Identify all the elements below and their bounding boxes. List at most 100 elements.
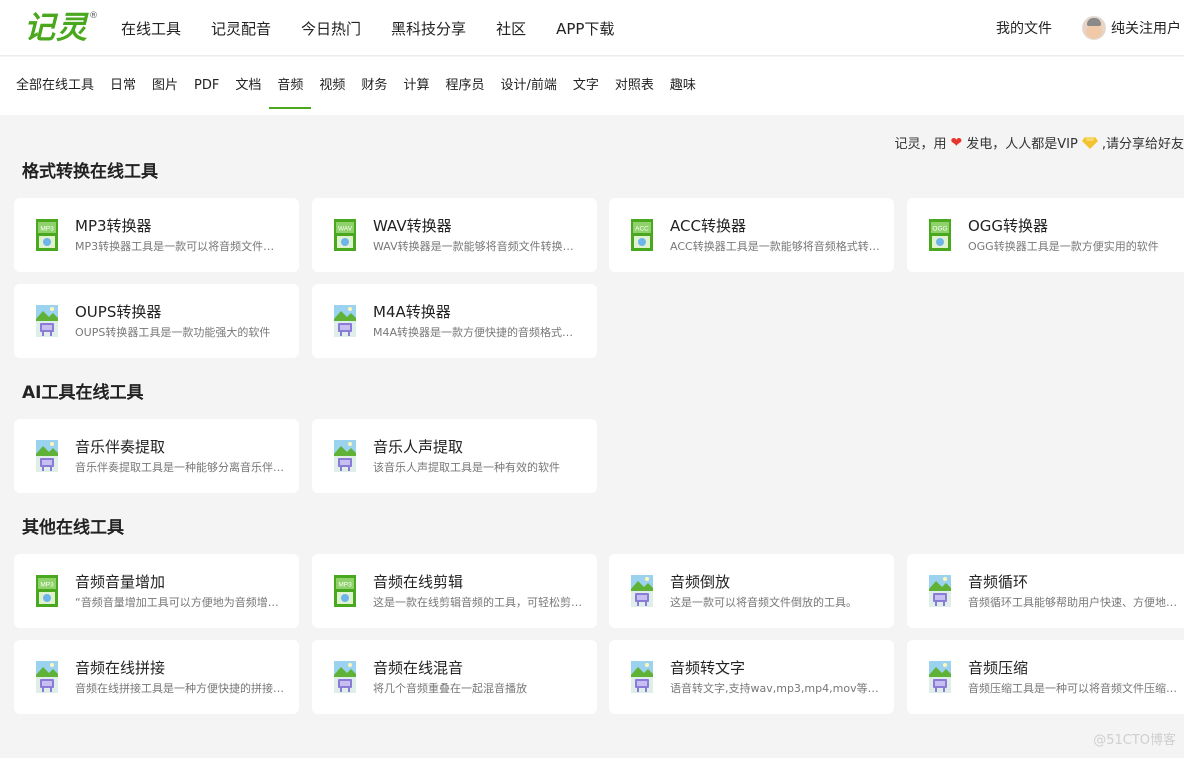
tool-card-text: OGG转换器 OGG转换器工具是一款方便实用的软件 <box>968 216 1184 255</box>
category-tab[interactable]: 计算 <box>403 57 429 115</box>
svg-text:MP3: MP3 <box>338 582 352 589</box>
category-tab[interactable]: 文档 <box>235 57 261 115</box>
tool-description: ACC转换器工具是一款能够将音频格式转换为ACC的工具 <box>670 239 880 253</box>
tool-card[interactable]: M4A转换器 M4A转换器是一款方便快捷的音频格式转换工具 <box>312 284 597 358</box>
section-title: AI工具在线工具 <box>22 383 144 403</box>
tool-card[interactable]: MP3 音频在线剪辑这是一款在线剪辑音频的工具，可轻松剪辑音频 <box>312 554 597 628</box>
category-tab[interactable]: 设计/前端 <box>500 57 556 115</box>
avatar[interactable] <box>1082 16 1106 40</box>
watermark: @51CTO博客 <box>1093 733 1176 748</box>
tool-description: OGG转换器工具是一款方便实用的软件 <box>968 239 1159 253</box>
tool-name: 音频倒放 <box>670 572 731 591</box>
mp3-file-icon: MP3 <box>36 219 58 251</box>
nav-app-download[interactable]: APP下载 <box>556 18 614 39</box>
category-tab[interactable]: 视频 <box>319 57 345 115</box>
tool-card[interactable]: 音频压缩音频压缩工具是一种可以将音频文件压缩的工具 <box>907 640 1184 714</box>
tool-name: WAV转换器 <box>373 216 452 235</box>
category-tab[interactable]: 音频 <box>269 57 312 115</box>
slogan: 记灵，用 ❤ 发电，人人都是VIP ,请分享给好友 <box>894 133 1184 153</box>
logo-text: 记灵 <box>24 10 88 46</box>
tool-card-text: WAV转换器 WAV转换器是一款能够将音频文件转换为WAV格式的工具 <box>373 216 597 255</box>
slogan-text-2: 发电，人人都是VIP <box>966 137 1078 152</box>
site-logo[interactable]: 记灵 ® <box>24 9 98 47</box>
acc-file-icon: ACC <box>631 219 653 251</box>
tool-description: 音频压缩工具是一种可以将音频文件压缩的工具 <box>968 681 1178 695</box>
user-area: 我的文件 纯关注用户 <box>996 0 1184 56</box>
tool-card[interactable]: MP3 MP3转换器 MP3转换器工具是一款可以将音频文件转换为MP3格式的工具 <box>14 198 299 272</box>
nav-community[interactable]: 社区 <box>496 18 526 39</box>
mp3-file-icon: MP3 <box>334 575 356 607</box>
tool-card[interactable]: 音乐伴奏提取音乐伴奏提取工具是一种能够分离音乐伴奏的工具 <box>14 419 299 493</box>
slogan-text-3: ,请分享给好友 <box>1101 137 1184 152</box>
main-nav: 在线工具 记灵配音 今日热门 黑科技分享 社区 APP下载 <box>121 0 644 56</box>
category-tab[interactable]: 对照表 <box>615 57 654 115</box>
tool-card[interactable]: WAV WAV转换器 WAV转换器是一款能够将音频文件转换为WAV格式的工具 <box>312 198 597 272</box>
tool-card[interactable]: 音频循环音频循环工具能够帮助用户快速、方便地循环音频 <box>907 554 1184 628</box>
image-file-icon <box>334 305 356 337</box>
tool-description: 音频在线拼接工具是一种方便快捷的拼接工具 <box>75 681 285 695</box>
tool-card-text: 音频循环音频循环工具能够帮助用户快速、方便地循环音频 <box>968 572 1184 611</box>
tool-description: 将几个音频重叠在一起混音播放 <box>373 681 527 695</box>
tool-name: 音频在线剪辑 <box>373 572 464 591</box>
tool-name: 音乐人声提取 <box>373 437 464 456</box>
tool-name: 音频音量增加 <box>75 572 166 591</box>
tool-name: OUPS转换器 <box>75 302 162 321</box>
tool-description: 这是一款在线剪辑音频的工具，可轻松剪辑音频 <box>373 595 583 609</box>
slogan-text-1: 记灵，用 <box>894 137 947 152</box>
tool-description: WAV转换器是一款能够将音频文件转换为WAV格式的工具 <box>373 239 583 253</box>
tool-name: MP3转换器 <box>75 216 152 235</box>
category-tab-list: 全部在线工具 日常 图片 PDF 文档 音频 视频 财务 计算 程序员 设计/前端 文字 对照表 趣味 <box>16 57 712 115</box>
image-file-icon <box>36 305 58 337</box>
section-title: 其他在线工具 <box>22 518 124 538</box>
tool-card[interactable]: OUPS转换器 OUPS转换器工具是一款功能强大的软件 <box>14 284 299 358</box>
category-tab[interactable]: 趣味 <box>670 57 696 115</box>
tool-card-text: M4A转换器 M4A转换器是一款方便快捷的音频格式转换工具 <box>373 302 597 341</box>
tool-name: 音频循环 <box>968 572 1029 591</box>
tool-card[interactable]: 音频在线混音 将几个音频重叠在一起混音播放 <box>312 640 597 714</box>
tool-name: 音频压缩 <box>968 658 1029 677</box>
image-file-icon <box>36 440 58 472</box>
tool-card[interactable]: OGG OGG转换器 OGG转换器工具是一款方便实用的软件 <box>907 198 1184 272</box>
tool-card-text: 音频在线混音 将几个音频重叠在一起混音播放 <box>373 658 597 697</box>
category-tab[interactable]: 图片 <box>152 57 178 115</box>
mp3-file-icon: MP3 <box>36 575 58 607</box>
registered-mark: ® <box>89 11 98 21</box>
nav-online-tools[interactable]: 在线工具 <box>121 18 181 39</box>
svg-text:MP3: MP3 <box>40 582 54 589</box>
category-tab[interactable]: 日常 <box>110 57 136 115</box>
ogg-file-icon: OGG <box>929 219 951 251</box>
tool-name: 音乐伴奏提取 <box>75 437 166 456</box>
tool-description: 音乐伴奏提取工具是一种能够分离音乐伴奏的工具 <box>75 460 285 474</box>
wav-file-icon: WAV <box>334 219 356 251</box>
tool-card[interactable]: 音乐人声提取该音乐人声提取工具是一种有效的软件 <box>312 419 597 493</box>
category-tab[interactable]: 全部在线工具 <box>16 57 94 115</box>
tool-card[interactable]: 音频转文字 语音转文字,支持wav,mp3,mp4,mov等格式 <box>609 640 894 714</box>
nav-jiling-dubbing[interactable]: 记灵配音 <box>211 18 271 39</box>
tool-card-text: 音频在线剪辑这是一款在线剪辑音频的工具，可轻松剪辑音频 <box>373 572 597 611</box>
svg-text:MP3: MP3 <box>40 226 54 233</box>
category-tabs: 全部在线工具 日常 图片 PDF 文档 音频 视频 财务 计算 程序员 设计/前端 文字 对照表 趣味 <box>0 57 1184 115</box>
tool-description: M4A转换器是一款方便快捷的音频格式转换工具 <box>373 325 583 339</box>
nav-today-hot[interactable]: 今日热门 <box>301 18 361 39</box>
tool-card-text: 音频压缩音频压缩工具是一种可以将音频文件压缩的工具 <box>968 658 1184 697</box>
my-files-link[interactable]: 我的文件 <box>996 18 1052 38</box>
category-tab[interactable]: 程序员 <box>445 57 484 115</box>
tool-description: 该音乐人声提取工具是一种有效的软件 <box>373 460 560 474</box>
image-file-icon <box>631 661 653 693</box>
category-tab[interactable]: PDF <box>194 57 219 115</box>
category-tab[interactable]: 文字 <box>573 57 599 115</box>
tool-card[interactable]: 音频在线拼接音频在线拼接工具是一种方便快捷的拼接工具 <box>14 640 299 714</box>
heart-icon: ❤ <box>950 134 963 151</box>
category-tab[interactable]: 财务 <box>361 57 387 115</box>
tool-description: “音频音量增加工具可以方便地为音频增加音量 <box>75 595 285 609</box>
diamond-icon <box>1081 136 1098 149</box>
username[interactable]: 纯关注用户 <box>1111 18 1184 38</box>
nav-tech-share[interactable]: 黑科技分享 <box>391 18 466 39</box>
tool-name: OGG转换器 <box>968 216 1049 235</box>
tool-card-text: 音频转文字 语音转文字,支持wav,mp3,mp4,mov等格式 <box>670 658 894 697</box>
tool-card[interactable]: ACC ACC转换器 ACC转换器工具是一款能够将音频格式转换为ACC的工具 <box>609 198 894 272</box>
tool-name: 音频在线拼接 <box>75 658 166 677</box>
tool-card[interactable]: MP3 音频音量增加 “音频音量增加工具可以方便地为音频增加音量 <box>14 554 299 628</box>
tool-card[interactable]: 音频倒放 这是一款可以将音频文件倒放的工具。 <box>609 554 894 628</box>
tool-description: 语音转文字,支持wav,mp3,mp4,mov等格式 <box>670 681 880 695</box>
